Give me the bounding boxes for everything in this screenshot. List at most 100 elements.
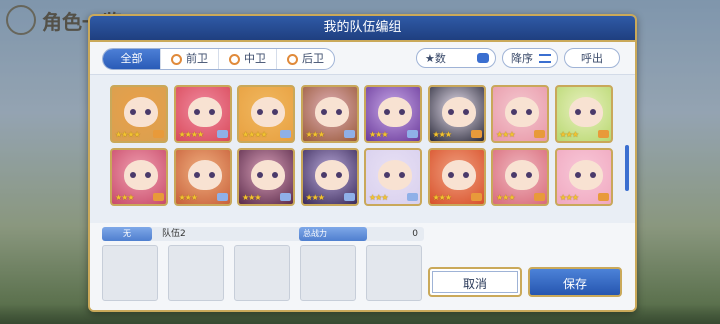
- character-card[interactable]: ★★★: [364, 148, 422, 206]
- star-rating: ★★★: [496, 130, 515, 139]
- star-rating: ★★★: [115, 193, 134, 202]
- rank-badge-icon: [597, 130, 609, 138]
- portrait-eye: [130, 172, 136, 178]
- party-slot-3[interactable]: [234, 245, 290, 301]
- portrait-eye: [320, 109, 327, 115]
- tab-back[interactable]: 后卫: [276, 49, 334, 69]
- character-card[interactable]: ★★★: [110, 148, 168, 206]
- tab-label: 后卫: [302, 52, 324, 65]
- rank-badge-icon: [470, 130, 482, 138]
- character-card[interactable]: ★★★: [491, 148, 549, 206]
- portrait-eye: [193, 109, 200, 115]
- rank-badge-icon: [597, 193, 609, 201]
- portrait-eye: [272, 109, 278, 115]
- party-slot-4[interactable]: [300, 245, 356, 301]
- portrait-eye: [145, 172, 151, 178]
- party-slot-1[interactable]: [102, 245, 158, 301]
- sort-label: 降序: [511, 52, 533, 65]
- character-portrait: [568, 97, 603, 127]
- character-portrait: [441, 160, 476, 190]
- character-card[interactable]: ★★★: [237, 148, 295, 206]
- rank-badge-icon: [343, 193, 355, 201]
- star-rating: ★★★: [369, 130, 388, 139]
- party-panel: 无 队伍2 总战力 0 取消 保存: [90, 223, 635, 310]
- rank-badge-icon: [534, 130, 545, 138]
- party-label: 无: [102, 227, 152, 241]
- star-rating: ★★★: [432, 130, 452, 139]
- character-card[interactable]: ★★★: [300, 85, 359, 143]
- total-power-label: 总战力: [299, 227, 367, 241]
- star-label: ★数: [425, 52, 446, 65]
- portrait-eye: [589, 172, 596, 178]
- tab-label: 前卫: [186, 52, 208, 65]
- character-card[interactable]: ★★★★: [173, 85, 232, 143]
- portrait-eye: [193, 172, 200, 178]
- character-portrait: [314, 97, 349, 127]
- portrait-eye: [208, 109, 215, 115]
- tab-label: 全部: [120, 52, 143, 65]
- character-card[interactable]: ★★★: [427, 148, 486, 206]
- party-slot-5[interactable]: [366, 245, 422, 301]
- rank-badge-icon: [280, 193, 291, 201]
- party-slot-2[interactable]: [168, 245, 224, 301]
- party-info-bar: 无 队伍2 总战力 0: [102, 227, 424, 241]
- character-portrait: [187, 97, 222, 127]
- star-rating: ★★★: [305, 193, 325, 202]
- star-rating: ★★★: [496, 193, 515, 202]
- rank-badge-icon: [216, 193, 228, 201]
- tab-front[interactable]: 前卫: [160, 49, 218, 69]
- character-portrait: [314, 160, 349, 190]
- star-rating: ★★★: [242, 193, 261, 202]
- portrait-eye: [462, 172, 469, 178]
- character-portrait: [568, 160, 603, 190]
- portrait-eye: [335, 172, 342, 178]
- rank-badge-icon: [280, 130, 291, 138]
- party-edit-dialog: 我的队伍编组 全部 前卫 中卫 后卫 ★数 降序 呼出 ★★★★ ★★★★ ★★★★…: [88, 14, 637, 312]
- character-card[interactable]: ★★★: [364, 85, 422, 143]
- rank-badge-icon: [343, 130, 355, 138]
- character-card[interactable]: ★★★: [427, 85, 486, 143]
- portrait-eye: [208, 172, 215, 178]
- call-button[interactable]: 呼出: [564, 48, 620, 68]
- portrait-eye: [511, 172, 517, 178]
- dialog-title: 我的队伍编组: [90, 16, 635, 42]
- character-card[interactable]: ★★★: [554, 148, 613, 206]
- sort-icon: [539, 54, 551, 63]
- portrait-eye: [384, 109, 390, 115]
- star-rating: ★★★: [369, 193, 388, 202]
- toggle-icon: [477, 53, 489, 63]
- total-power-value: 0: [412, 229, 418, 239]
- party-name: 队伍2: [162, 229, 186, 239]
- character-card[interactable]: ★★★: [491, 85, 549, 143]
- portrait-eye: [145, 109, 151, 115]
- tab-middle[interactable]: 中卫: [218, 49, 276, 69]
- character-card[interactable]: ★★★★: [237, 85, 295, 143]
- tab-label: 中卫: [244, 52, 266, 65]
- character-card[interactable]: ★★★: [300, 148, 359, 206]
- portrait-eye: [399, 172, 405, 178]
- portrait-eye: [526, 109, 532, 115]
- star-rating: ★★★: [178, 193, 198, 202]
- position-filter: 全部 前卫 中卫 后卫: [102, 48, 335, 70]
- star-count-toggle[interactable]: ★数: [416, 48, 496, 68]
- portrait-eye: [130, 109, 136, 115]
- front-position-icon: [171, 53, 182, 65]
- character-card[interactable]: ★★★★: [110, 85, 168, 143]
- character-grid-area: ★★★★ ★★★★ ★★★★ ★★★ ★★★ ★★★ ★★★ ★★★ ★★★ ★★★ ★★★ ★★★ ★…: [90, 74, 635, 223]
- character-card[interactable]: ★★★: [554, 85, 613, 143]
- rank-badge-icon: [216, 130, 228, 138]
- character-card[interactable]: ★★★: [173, 148, 232, 206]
- rank-badge-icon: [407, 130, 418, 138]
- portrait-eye: [574, 172, 581, 178]
- save-button[interactable]: 保存: [528, 267, 622, 297]
- portrait-eye: [526, 172, 532, 178]
- sort-order-button[interactable]: 降序: [502, 48, 558, 68]
- portrait-eye: [574, 109, 581, 115]
- scrollbar[interactable]: [625, 145, 629, 191]
- tab-all[interactable]: 全部: [103, 49, 160, 69]
- portrait-eye: [320, 172, 327, 178]
- star-rating: ★★★★: [115, 130, 141, 139]
- rank-badge-icon: [153, 130, 164, 138]
- portrait-eye: [462, 109, 469, 115]
- cancel-button[interactable]: 取消: [428, 267, 522, 297]
